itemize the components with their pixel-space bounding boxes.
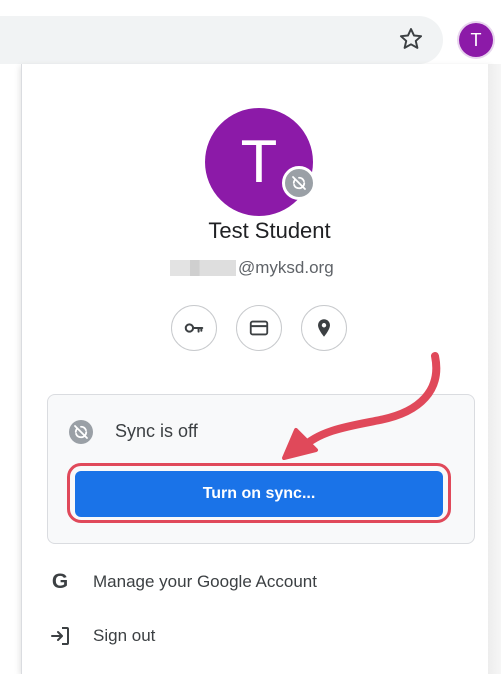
sign-out-item[interactable]: Sign out bbox=[21, 614, 488, 658]
address-bar[interactable] bbox=[0, 16, 443, 64]
sync-status-label: Sync is off bbox=[115, 421, 198, 441]
location-pin-icon bbox=[318, 319, 330, 337]
sync-off-badge bbox=[282, 166, 316, 200]
page-background-edge bbox=[488, 64, 501, 674]
profile-email: @myksd.org bbox=[170, 256, 334, 280]
profile-name: Test Student bbox=[208, 218, 331, 243]
sync-off-icon bbox=[292, 176, 306, 190]
key-icon bbox=[184, 323, 204, 333]
browser-window: T T Test Student @myksd.org Sync is off … bbox=[0, 0, 501, 674]
google-g-icon: G bbox=[51, 570, 69, 593]
turn-on-sync-button[interactable]: Turn on sync... bbox=[75, 471, 443, 517]
sync-status-icon bbox=[69, 420, 93, 444]
profile-avatar-button[interactable]: T bbox=[459, 23, 493, 57]
email-domain: @myksd.org bbox=[238, 258, 334, 277]
bookmark-star-icon[interactable] bbox=[398, 26, 424, 52]
sign-out-icon bbox=[51, 627, 69, 645]
addresses-button[interactable] bbox=[301, 305, 347, 351]
payment-methods-button[interactable] bbox=[236, 305, 282, 351]
redacted-email-username bbox=[170, 260, 236, 276]
sync-off-icon bbox=[74, 425, 88, 439]
card-icon bbox=[249, 320, 269, 336]
annotation-arrow-icon bbox=[282, 352, 441, 460]
passwords-button[interactable] bbox=[171, 305, 217, 351]
browser-toolbar: T bbox=[0, 0, 501, 64]
sign-out-label: Sign out bbox=[93, 626, 156, 645]
manage-google-account-label: Manage your Google Account bbox=[93, 572, 317, 591]
manage-google-account-item[interactable]: G Manage your Google Account bbox=[21, 560, 488, 604]
